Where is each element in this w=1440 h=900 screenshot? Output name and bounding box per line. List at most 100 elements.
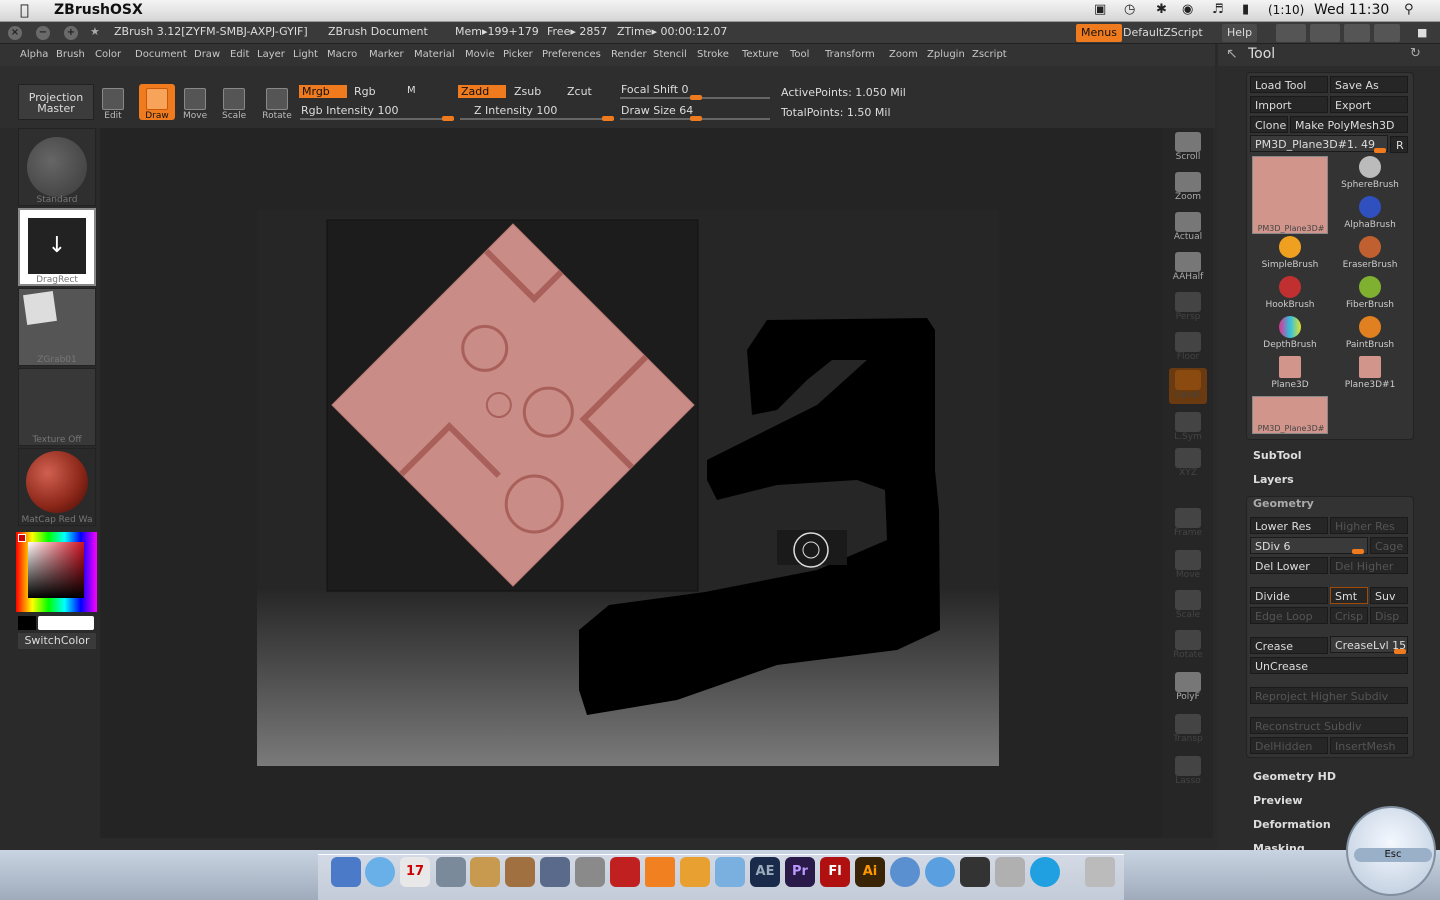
menu-macro[interactable]: Macro [327, 49, 357, 60]
z-intensity-slider[interactable]: Z Intensity 100 [474, 104, 557, 117]
menu-draw[interactable]: Draw [194, 49, 220, 60]
clock[interactable]: Wed 11:30 [1314, 2, 1389, 18]
menu-render[interactable]: Render [611, 49, 647, 60]
volume-icon[interactable]: ♬ [1212, 2, 1224, 17]
divide-button[interactable]: Divide [1250, 587, 1328, 604]
fiber-brush[interactable]: FiberBrush [1332, 276, 1408, 314]
simple-brush[interactable]: SimpleBrush [1252, 236, 1328, 274]
mrgb-button[interactable]: Mrgb [299, 85, 347, 98]
maximize-icon[interactable]: + [64, 26, 78, 40]
eraser-brush[interactable]: EraserBrush [1332, 236, 1408, 274]
scale-button[interactable]: Scale [222, 88, 246, 121]
esc-widget[interactable]: Esc [1346, 806, 1436, 896]
xyz-button[interactable]: XYZ [1169, 446, 1207, 482]
transp-button[interactable]: Transp [1169, 712, 1207, 748]
flash-icon[interactable]: Fl [820, 857, 850, 887]
sdiv-slider[interactable]: SDiv 6 [1250, 537, 1368, 554]
disp-slider[interactable]: Disp [1370, 607, 1408, 624]
close-icon[interactable]: × [8, 26, 22, 40]
projection-master-button[interactable]: Projection Master [18, 84, 94, 120]
rgb-button[interactable]: Rgb [354, 85, 376, 98]
focal-shift-slider[interactable]: Focal Shift 0 [621, 83, 689, 96]
minimize-icon[interactable]: − [36, 26, 50, 40]
draw-size-slider[interactable]: Draw Size 64 [621, 104, 693, 117]
bluetooth-icon[interactable]: ✱ [1156, 2, 1167, 17]
apple-icon[interactable]:  [20, 1, 29, 19]
ical-icon[interactable]: 17 [400, 857, 430, 887]
floor-button[interactable]: Floor [1169, 330, 1207, 366]
r-button[interactable]: R [1390, 136, 1408, 153]
sdiv-knob[interactable] [1352, 549, 1364, 554]
wifi-icon[interactable]: ◉ [1182, 2, 1193, 17]
layers-section[interactable]: Layers [1253, 473, 1294, 486]
delhidden-button[interactable]: DelHidden [1250, 737, 1328, 754]
photobooth-icon[interactable] [610, 857, 640, 887]
menu-preferences[interactable]: Preferences [542, 49, 601, 60]
menu-transform[interactable]: Transform [825, 49, 875, 60]
layout-left-icon[interactable] [1276, 24, 1306, 42]
menu-layer[interactable]: Layer [257, 49, 285, 60]
menus-button[interactable]: Menus [1076, 24, 1122, 42]
export-button[interactable]: Export [1330, 96, 1408, 113]
rgb-intensity-slider[interactable]: Rgb Intensity 100 [301, 104, 398, 117]
clone-button[interactable]: Clone [1250, 116, 1288, 133]
scale-view-button[interactable]: Scale [1169, 588, 1207, 624]
tool-panel-title[interactable]: Tool [1248, 46, 1275, 62]
menu-color[interactable]: Color [95, 49, 121, 60]
plane3d-1-tool[interactable]: Plane3D#1 [1332, 356, 1408, 394]
rgb-intensity-track[interactable] [300, 118, 454, 120]
zsub-button[interactable]: Zsub [514, 85, 541, 98]
finder-icon[interactable] [331, 857, 361, 887]
brush-current-thumb[interactable]: PM3D_Plane3D# [1252, 156, 1328, 234]
import-button[interactable]: Import [1250, 96, 1328, 113]
menu-movie[interactable]: Movie [465, 49, 495, 60]
primary-color-swatch[interactable] [38, 616, 94, 630]
zbrush-dock-icon[interactable] [680, 857, 710, 887]
illustrator-icon[interactable]: Ai [855, 857, 885, 887]
lower-res-button[interactable]: Lower Res [1250, 517, 1328, 534]
menu-marker[interactable]: Marker [369, 49, 404, 60]
crease-button[interactable]: Crease [1250, 637, 1328, 654]
focal-shift-knob[interactable] [690, 95, 702, 100]
default-zscript-button[interactable]: DefaultZScript [1118, 24, 1208, 42]
frame-button[interactable]: Frame [1169, 506, 1207, 542]
del-lower-button[interactable]: Del Lower [1250, 557, 1328, 574]
edit-button[interactable]: Edit [102, 88, 124, 121]
menu-document[interactable]: Document [135, 49, 187, 60]
crease-level-knob[interactable] [1394, 649, 1406, 654]
paint-brush[interactable]: PaintBrush [1332, 316, 1408, 354]
after-effects-icon[interactable]: AE [750, 857, 780, 887]
smt-toggle[interactable]: Smt [1330, 587, 1368, 604]
ui-layout-2-icon[interactable] [1374, 24, 1400, 42]
del-higher-button[interactable]: Del Higher [1330, 557, 1408, 574]
move-button[interactable]: Move [183, 88, 207, 121]
trash-icon[interactable] [1085, 857, 1115, 887]
menu-edit[interactable]: Edit [230, 49, 249, 60]
make-polymesh-button[interactable]: Make PolyMesh3D [1290, 116, 1408, 133]
reconstruct-subdiv-button[interactable]: Reconstruct Subdiv [1250, 717, 1408, 734]
m-button[interactable]: M [407, 85, 416, 96]
preview-icon[interactable] [436, 857, 466, 887]
system-prefs-icon[interactable] [575, 857, 605, 887]
layout-right-icon[interactable] [1310, 24, 1340, 42]
app-icon[interactable] [995, 857, 1025, 887]
battery-icon[interactable]: ▮ [1242, 2, 1249, 17]
help-button[interactable]: Help [1222, 24, 1258, 42]
rotate-view-button[interactable]: Rotate [1169, 628, 1207, 664]
save-as-button[interactable]: Save As [1330, 76, 1408, 93]
ui-layout-1-icon[interactable] [1344, 24, 1370, 42]
app-name[interactable]: ZBrushOSX [54, 2, 143, 18]
z-intensity-track[interactable] [460, 118, 614, 120]
edge-loop-button[interactable]: Edge Loop [1250, 607, 1328, 624]
persp-button[interactable]: Persp [1169, 290, 1207, 326]
vlc-icon[interactable] [645, 857, 675, 887]
canvas-svg[interactable] [257, 210, 999, 766]
reproject-button[interactable]: Reproject Higher Subdiv [1250, 687, 1408, 704]
uncrease-button[interactable]: UnCrease [1250, 657, 1408, 674]
zadd-button[interactable]: Zadd [458, 85, 506, 98]
current-tool-slider[interactable]: PM3D_Plane3D#1. 49 [1250, 135, 1388, 152]
spotlight-icon[interactable]: ⚲ [1404, 2, 1414, 17]
menu-light[interactable]: Light [293, 49, 318, 60]
insertmesh-button[interactable]: InsertMesh [1330, 737, 1408, 754]
menu-zplugin[interactable]: Zplugin [927, 49, 965, 60]
